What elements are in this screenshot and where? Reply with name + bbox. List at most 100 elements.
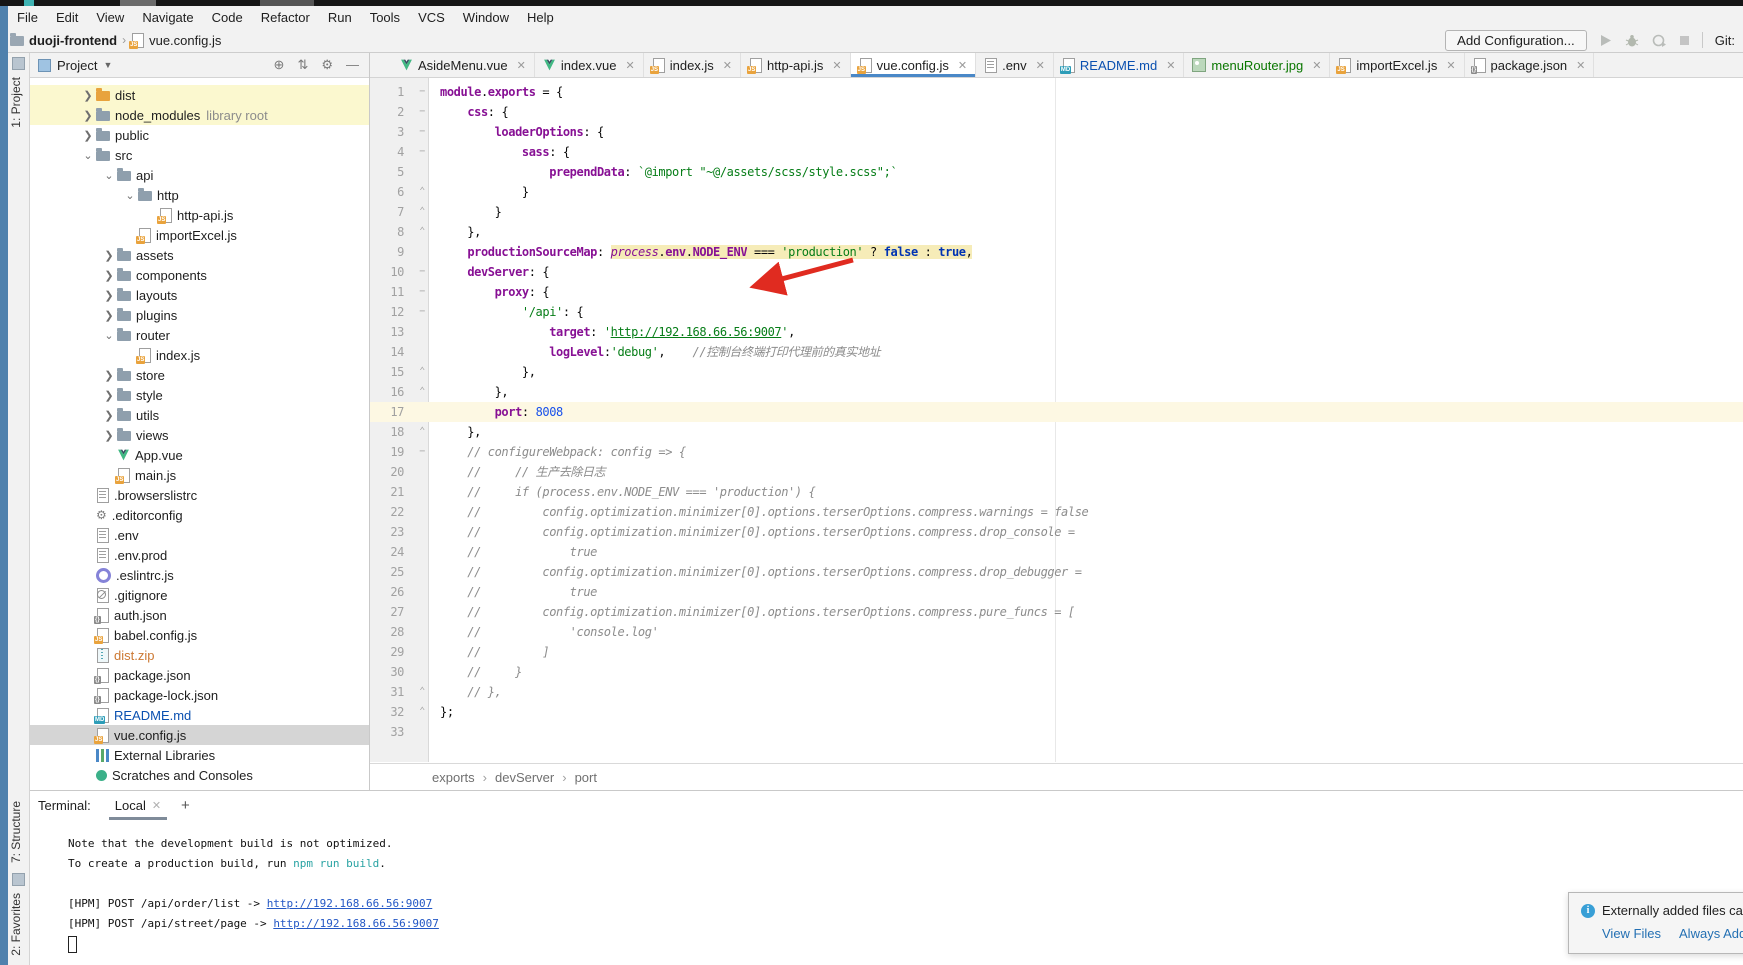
chevron-right-icon[interactable]: ❯ [101, 249, 117, 262]
tree-item-scratches-and-consoles[interactable]: Scratches and Consoles [30, 765, 369, 785]
editor-tab-vue-config-js[interactable]: JSvue.config.js✕ [851, 53, 976, 77]
close-tab-icon[interactable]: ✕ [1446, 59, 1455, 72]
fold-marker-icon[interactable]: − [410, 82, 434, 102]
tree-item-public[interactable]: ❯public [30, 125, 369, 145]
chevron-right-icon[interactable]: ❯ [80, 129, 96, 142]
collapse-all-icon[interactable]: ⇅ [297, 57, 308, 73]
chevron-down-icon[interactable]: ▼ [103, 60, 112, 70]
editor-tab-index-vue[interactable]: index.vue✕ [535, 53, 644, 77]
tree-item-dist[interactable]: ❯dist [30, 85, 369, 105]
tree-item-package-lock-json[interactable]: {}package-lock.json [30, 685, 369, 705]
chevron-down-icon[interactable]: ⌄ [101, 169, 117, 182]
run-with-coverage-icon[interactable] [1652, 34, 1666, 47]
tree-item-style[interactable]: ❯style [30, 385, 369, 405]
fold-marker-icon[interactable]: ⌃ [410, 202, 434, 222]
editor-tab-menurouter-jpg[interactable]: menuRouter.jpg✕ [1184, 53, 1330, 77]
gear-icon[interactable]: ⚙ [321, 57, 333, 73]
editor-tab-asidemenu-vue[interactable]: AsideMenu.vue✕ [392, 53, 535, 77]
tree-item-env[interactable]: .env [30, 525, 369, 545]
tree-item-plugins[interactable]: ❯plugins [30, 305, 369, 325]
fold-marker-icon[interactable]: ⌃ [410, 682, 434, 702]
terminal-output[interactable]: Note that the development build is not o… [30, 820, 1743, 954]
tree-item-auth-json[interactable]: {}auth.json [30, 605, 369, 625]
project-panel-title[interactable]: Project [57, 58, 97, 73]
close-tab-icon[interactable]: ✕ [958, 59, 967, 72]
terminal-tab-local[interactable]: Local ✕ [109, 791, 167, 820]
tree-item-package-json[interactable]: {}package.json [30, 665, 369, 685]
menu-refactor[interactable]: Refactor [252, 8, 319, 27]
breadcrumb-file[interactable]: vue.config.js [149, 33, 221, 48]
fold-marker-icon[interactable]: ⌃ [410, 382, 434, 402]
fold-marker-icon[interactable]: ⌃ [410, 222, 434, 242]
chevron-right-icon[interactable]: ❯ [101, 269, 117, 282]
editor-breadcrumb-exports[interactable]: exports [432, 770, 475, 785]
tree-item-index-js[interactable]: JSindex.js [30, 345, 369, 365]
fold-marker-icon[interactable]: ⌃ [410, 702, 434, 722]
tree-item-editorconfig[interactable]: ⚙.editorconfig [30, 505, 369, 525]
view-files-link[interactable]: View Files [1602, 926, 1661, 941]
close-tab-icon[interactable]: ✕ [723, 59, 732, 72]
chevron-down-icon[interactable]: ⌄ [122, 189, 138, 202]
tree-item-env-prod[interactable]: .env.prod [30, 545, 369, 565]
tree-item-gitignore[interactable]: .gitignore [30, 585, 369, 605]
fold-marker-icon[interactable]: − [410, 282, 434, 302]
chevron-right-icon[interactable]: ❯ [101, 369, 117, 382]
close-tab-icon[interactable]: ✕ [1312, 59, 1321, 72]
new-terminal-session-button[interactable]: + [171, 797, 200, 814]
close-tab-icon[interactable]: ✕ [832, 59, 841, 72]
editor-tab-readme-md[interactable]: MDREADME.md✕ [1054, 53, 1185, 77]
close-tab-icon[interactable]: ✕ [1166, 59, 1175, 72]
editor-breadcrumb-port[interactable]: port [575, 770, 597, 785]
editor-tab-importexcel-js[interactable]: JSimportExcel.js✕ [1330, 53, 1464, 77]
tree-item-browserslistrc[interactable]: .browserslistrc [30, 485, 369, 505]
fold-marker-icon[interactable]: ⌃ [410, 422, 434, 442]
tree-item-vue-config-js[interactable]: JSvue.config.js [30, 725, 369, 745]
menu-window[interactable]: Window [454, 8, 518, 27]
menu-help[interactable]: Help [518, 8, 563, 27]
close-tab-icon[interactable]: ✕ [517, 59, 526, 72]
close-tab-icon[interactable]: ✕ [1576, 59, 1585, 72]
menu-tools[interactable]: Tools [361, 8, 409, 27]
editor-breadcrumb-devserver[interactable]: devServer [495, 770, 554, 785]
close-tab-icon[interactable]: ✕ [626, 59, 635, 72]
tree-item-utils[interactable]: ❯utils [30, 405, 369, 425]
menu-run[interactable]: Run [319, 8, 361, 27]
tree-item-store[interactable]: ❯store [30, 365, 369, 385]
run-icon[interactable] [1599, 34, 1612, 47]
chevron-down-icon[interactable]: ⌄ [101, 329, 117, 342]
tree-item-eslintrc-js[interactable]: .eslintrc.js [30, 565, 369, 585]
add-configuration-button[interactable]: Add Configuration... [1445, 30, 1587, 51]
debug-icon[interactable] [1625, 34, 1639, 47]
menu-navigate[interactable]: Navigate [133, 8, 202, 27]
menu-file[interactable]: File [8, 8, 47, 27]
fold-marker-icon[interactable]: − [410, 122, 434, 142]
menu-edit[interactable]: Edit [47, 8, 87, 27]
editor-tab-package-json[interactable]: {}package.json✕ [1465, 53, 1595, 77]
menu-code[interactable]: Code [203, 8, 252, 27]
terminal-link[interactable]: http://192.168.66.56:9007 [267, 897, 433, 910]
editor-tab-index-js[interactable]: JSindex.js✕ [644, 53, 741, 77]
tree-item-babel-config-js[interactable]: JSbabel.config.js [30, 625, 369, 645]
menu-view[interactable]: View [87, 8, 133, 27]
stripe-favorites-button[interactable]: 2: Favorites [9, 893, 23, 956]
fold-marker-icon[interactable]: − [410, 102, 434, 122]
close-icon[interactable]: ✕ [152, 799, 161, 812]
chevron-down-icon[interactable]: ⌄ [80, 149, 96, 162]
tree-item-http-api-js[interactable]: JShttp-api.js [30, 205, 369, 225]
always-add-link[interactable]: Always Add [1679, 926, 1743, 941]
chevron-right-icon[interactable]: ❯ [80, 89, 96, 102]
chevron-right-icon[interactable]: ❯ [101, 409, 117, 422]
chevron-right-icon[interactable]: ❯ [101, 289, 117, 302]
tree-item-components[interactable]: ❯components [30, 265, 369, 285]
tree-item-external-libraries[interactable]: External Libraries [30, 745, 369, 765]
locate-file-icon[interactable]: ⊕ [274, 57, 285, 73]
tree-item-main-js[interactable]: JSmain.js [30, 465, 369, 485]
code-editor[interactable]: 1−module.exports = {2− css: {3− loaderOp… [370, 78, 1743, 762]
stripe-structure-button[interactable]: 7: Structure [9, 801, 23, 863]
tree-item-http[interactable]: ⌄http [30, 185, 369, 205]
chevron-right-icon[interactable]: ❯ [101, 389, 117, 402]
breadcrumb-project[interactable]: duoji-frontend [29, 33, 117, 48]
tree-item-assets[interactable]: ❯assets [30, 245, 369, 265]
menu-vcs[interactable]: VCS [409, 8, 454, 27]
tool-stripe-icon[interactable] [12, 873, 25, 886]
